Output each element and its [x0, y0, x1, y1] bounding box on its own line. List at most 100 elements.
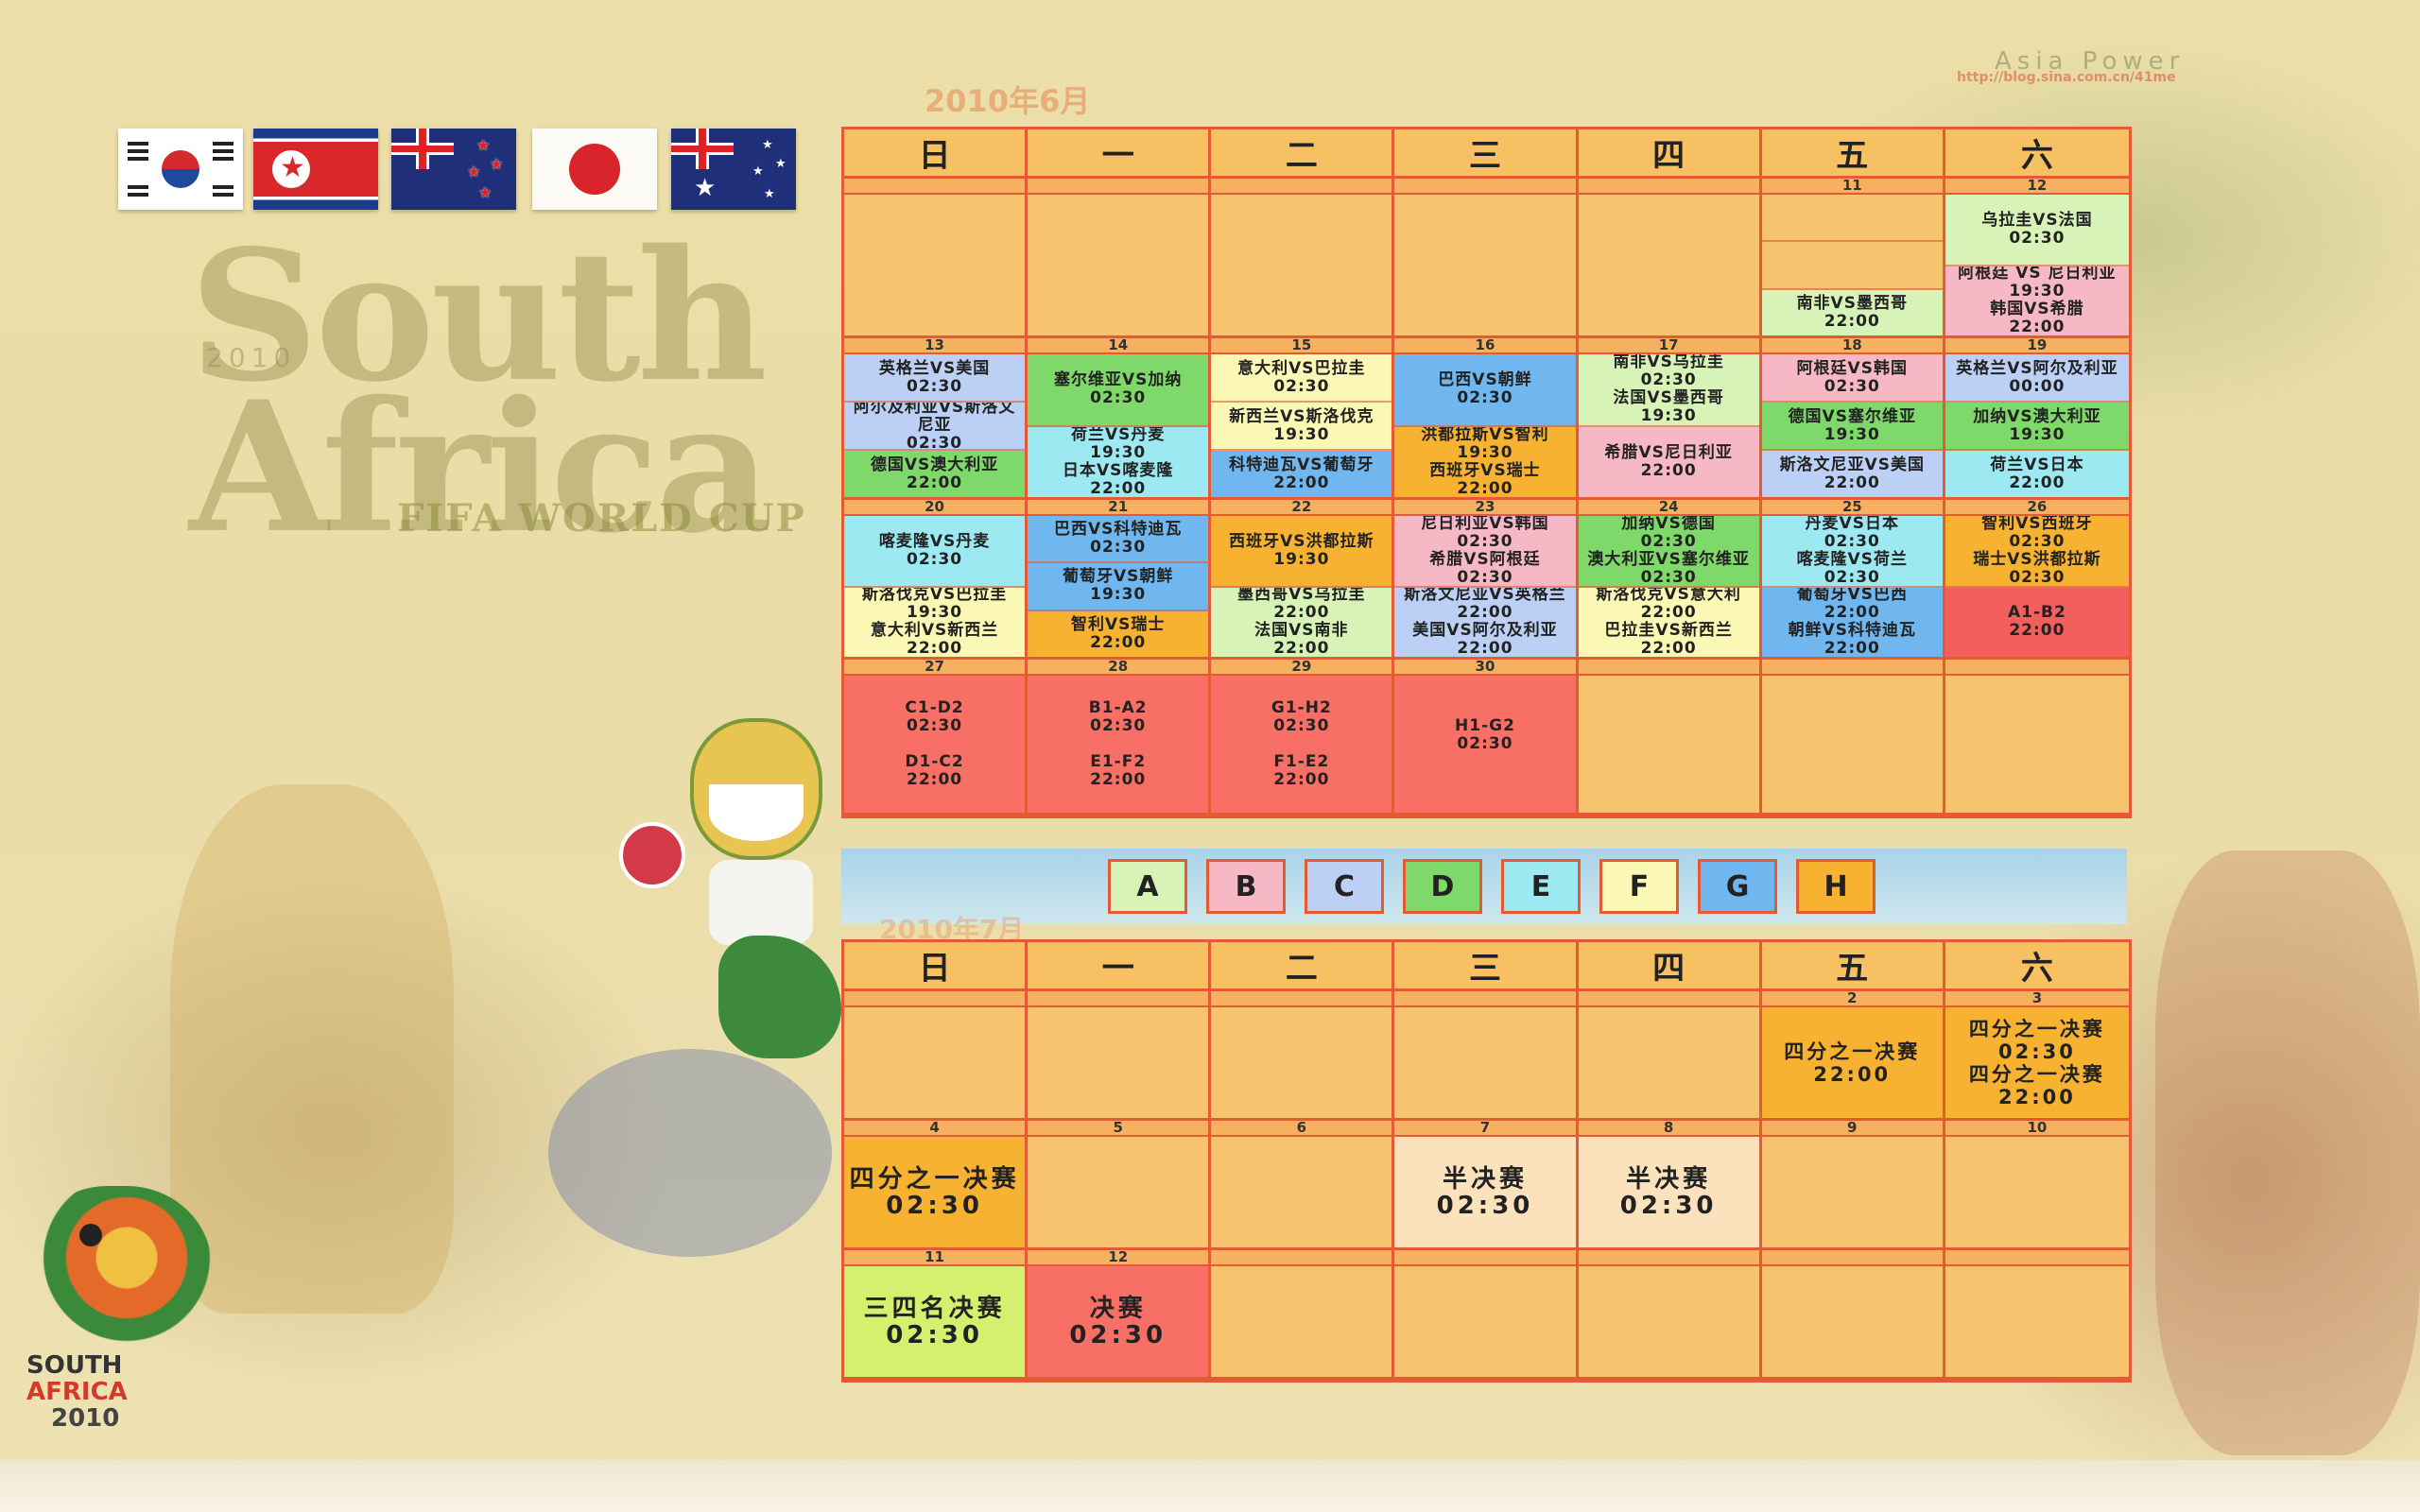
day-cell[interactable]	[1578, 195, 1762, 338]
day-cell[interactable]: 英格兰VS阿尔及利亚 00:00 加纳VS澳大利亚 19:30 荷兰VS日本 22:…	[1945, 354, 2129, 500]
day-cell[interactable]: 巴西VS朝鲜 02:30 洪都拉斯VS智利 19:30 西班牙VS瑞士 22:00	[1394, 354, 1579, 500]
day-cell[interactable]: 丹麦VS日本 02:30 喀麦隆VS荷兰 02:30 葡萄牙VS巴西 22:00 …	[1761, 516, 1945, 660]
day-cell[interactable]	[1761, 1137, 1945, 1250]
match-entry[interactable]: 斯洛文尼亚VS英格兰 22:00 美国VS阿尔及利亚 22:00	[1394, 587, 1576, 657]
match-entry[interactable]: B1-A2 02:30 E1-F2 22:00	[1028, 676, 1209, 813]
match-entry[interactable]: A1-B2 22:00	[1945, 587, 2129, 657]
day-cell[interactable]	[1945, 676, 2129, 816]
match-entry[interactable]: 德国VS塞尔维亚 19:30	[1761, 403, 1943, 451]
match-entry[interactable]: 墨西哥VS乌拉圭 22:00 法国VS南非 22:00	[1211, 587, 1392, 657]
day-cell[interactable]	[1945, 1137, 2129, 1250]
match-entry[interactable]: 巴西VS科特迪瓦 02:30	[1028, 516, 1209, 564]
match-entry[interactable]: H1-G2 02:30	[1394, 676, 1576, 813]
match-entry[interactable]: 塞尔维亚VS加纳 02:30	[1028, 354, 1209, 427]
day-cell[interactable]: 加纳VS德国 02:30 澳大利亚VS塞尔维亚 02:30 斯洛伐克VS意大利 2…	[1578, 516, 1762, 660]
day-cell[interactable]: 阿根廷VS韩国 02:30 德国VS塞尔维亚 19:30 斯洛文尼亚VS美国 22:…	[1761, 354, 1945, 500]
match-entry[interactable]	[1761, 195, 1943, 243]
day-cell[interactable]	[1028, 195, 1212, 338]
match-entry[interactable]: 英格兰VS阿尔及利亚 00:00	[1945, 354, 2129, 403]
match-entry[interactable]: 南非VS墨西哥 22:00	[1761, 289, 1943, 335]
match-entry[interactable]: 阿根廷 VS 尼日利亚 19:30 韩国VS希腊 22:00	[1945, 266, 2129, 335]
day-cell[interactable]	[1761, 676, 1945, 816]
day-cell[interactable]: B1-A2 02:30 E1-F2 22:00	[1028, 676, 1212, 816]
day-cell[interactable]: H1-G2 02:30	[1394, 676, 1579, 816]
match-entry[interactable]: 决赛 02:30	[1028, 1266, 1209, 1377]
match-entry[interactable]: 南非VS乌拉圭 02:30 法国VS墨西哥 19:30	[1578, 354, 1759, 427]
match-entry[interactable]: 科特迪瓦VS葡萄牙 22:00	[1211, 451, 1392, 497]
day-cell[interactable]: 南非VS墨西哥 22:00	[1761, 195, 1945, 338]
day-cell[interactable]	[844, 195, 1028, 338]
day-cell[interactable]: 英格兰VS美国 02:30 阿尔及利亚VS斯洛文尼亚 02:30 德国VS澳大利亚 …	[844, 354, 1028, 500]
day-cell[interactable]: 四分之一决赛 02:30 四分之一决赛 22:00	[1945, 1007, 2129, 1121]
day-cell[interactable]	[1028, 1137, 1212, 1250]
day-cell[interactable]	[1211, 1007, 1395, 1121]
match-entry[interactable]: 斯洛文尼亚VS美国 22:00	[1761, 451, 1943, 497]
match-entry[interactable]: 半决赛 02:30	[1578, 1137, 1759, 1247]
match-entry[interactable]: 四分之一决赛 02:30	[844, 1137, 1026, 1247]
day-cell[interactable]	[1394, 1266, 1579, 1380]
day-cell[interactable]: 意大利VS巴拉圭 02:30 新西兰VS斯洛伐克 19:30 科特迪瓦VS葡萄牙 2…	[1211, 354, 1395, 500]
group-f-button[interactable]: F	[1599, 859, 1679, 914]
match-entry[interactable]: 四分之一决赛 22:00	[1761, 1007, 1943, 1118]
day-cell[interactable]: 尼日利亚VS韩国 02:30 希腊VS阿根廷 02:30 斯洛文尼亚VS英格兰 2…	[1394, 516, 1579, 660]
match-entry[interactable]: 意大利VS巴拉圭 02:30	[1211, 354, 1392, 403]
match-entry[interactable]: 乌拉圭VS法国 02:30	[1945, 195, 2129, 266]
match-entry[interactable]: C1-D2 02:30 D1-C2 22:00	[844, 676, 1026, 813]
match-entry[interactable]	[1761, 242, 1943, 290]
match-entry[interactable]: 洪都拉斯VS智利 19:30 西班牙VS瑞士 22:00	[1394, 426, 1576, 497]
match-entry[interactable]: 阿根廷VS韩国 02:30	[1761, 354, 1943, 403]
day-cell[interactable]: 南非VS乌拉圭 02:30 法国VS墨西哥 19:30 希腊VS尼日利亚 22:0…	[1578, 354, 1762, 500]
match-entry[interactable]: 尼日利亚VS韩国 02:30 希腊VS阿根廷 02:30	[1394, 516, 1576, 588]
day-cell[interactable]	[1578, 1007, 1762, 1121]
day-cell[interactable]	[1394, 1007, 1579, 1121]
group-h-button[interactable]: H	[1796, 859, 1876, 914]
match-entry[interactable]: G1-H2 02:30 F1-E2 22:00	[1211, 676, 1392, 813]
match-entry[interactable]: 葡萄牙VS巴西 22:00 朝鲜VS科特迪瓦 22:00	[1761, 587, 1943, 657]
match-entry[interactable]: 加纳VS德国 02:30 澳大利亚VS塞尔维亚 02:30	[1578, 516, 1759, 588]
match-entry[interactable]: 智利VS瑞士 22:00	[1028, 610, 1209, 657]
group-b-button[interactable]: B	[1206, 859, 1286, 914]
match-entry[interactable]: 丹麦VS日本 02:30 喀麦隆VS荷兰 02:30	[1761, 516, 1943, 588]
match-entry[interactable]: 阿尔及利亚VS斯洛文尼亚 02:30	[844, 403, 1026, 451]
day-cell[interactable]: 决赛 02:30	[1028, 1266, 1212, 1380]
day-cell[interactable]: 智利VS西班牙 02:30 瑞士VS洪都拉斯 02:30 A1-B2 22:00	[1945, 516, 2129, 660]
match-entry[interactable]: 荷兰VS日本 22:00	[1945, 451, 2129, 497]
day-cell[interactable]	[1211, 195, 1395, 338]
match-entry[interactable]: 三四名决赛 02:30	[844, 1266, 1026, 1377]
day-cell[interactable]	[1945, 1266, 2129, 1380]
day-cell[interactable]: 半决赛 02:30	[1578, 1137, 1762, 1250]
match-entry[interactable]: 四分之一决赛 02:30 四分之一决赛 22:00	[1945, 1007, 2129, 1118]
group-d-button[interactable]: D	[1403, 859, 1482, 914]
day-cell[interactable]: 西班牙VS洪都拉斯 19:30 墨西哥VS乌拉圭 22:00 法国VS南非 22:…	[1211, 516, 1395, 660]
day-cell[interactable]	[1761, 1266, 1945, 1380]
day-cell[interactable]: 三四名决赛 02:30	[844, 1266, 1028, 1380]
match-entry[interactable]: 巴西VS朝鲜 02:30	[1394, 354, 1576, 427]
match-entry[interactable]: 智利VS西班牙 02:30 瑞士VS洪都拉斯 02:30	[1945, 516, 2129, 588]
day-cell[interactable]	[1578, 1266, 1762, 1380]
day-cell[interactable]	[844, 1007, 1028, 1121]
match-entry[interactable]: 葡萄牙VS朝鲜 19:30	[1028, 563, 1209, 611]
day-cell[interactable]	[1211, 1266, 1395, 1380]
day-cell[interactable]: G1-H2 02:30 F1-E2 22:00	[1211, 676, 1395, 816]
match-entry[interactable]: 斯洛伐克VS意大利 22:00 巴拉圭VS新西兰 22:00	[1578, 587, 1759, 657]
match-entry[interactable]: 荷兰VS丹麦 19:30 日本VS喀麦隆 22:00	[1028, 426, 1209, 497]
group-e-button[interactable]: E	[1501, 859, 1581, 914]
day-cell[interactable]	[1578, 676, 1762, 816]
match-entry[interactable]: 英格兰VS美国 02:30	[844, 354, 1026, 403]
group-c-button[interactable]: C	[1305, 859, 1384, 914]
match-entry[interactable]: 加纳VS澳大利亚 19:30	[1945, 403, 2129, 451]
match-entry[interactable]: 西班牙VS洪都拉斯 19:30	[1211, 516, 1392, 588]
match-entry[interactable]: 德国VS澳大利亚 22:00	[844, 451, 1026, 497]
match-entry[interactable]: 斯洛伐克VS巴拉圭 19:30 意大利VS新西兰 22:00	[844, 587, 1026, 657]
day-cell[interactable]	[1211, 1137, 1395, 1250]
day-cell[interactable]: 巴西VS科特迪瓦 02:30 葡萄牙VS朝鲜 19:30 智利VS瑞士 22:00	[1028, 516, 1212, 660]
day-cell[interactable]	[1028, 1007, 1212, 1121]
day-cell[interactable]: 半决赛 02:30	[1394, 1137, 1579, 1250]
group-a-button[interactable]: A	[1108, 859, 1187, 914]
match-entry[interactable]: 新西兰VS斯洛伐克 19:30	[1211, 403, 1392, 451]
day-cell[interactable]: 乌拉圭VS法国 02:30 阿根廷 VS 尼日利亚 19:30 韩国VS希腊 22…	[1945, 195, 2129, 338]
day-cell[interactable]: 四分之一决赛 02:30	[844, 1137, 1028, 1250]
match-entry[interactable]: 半决赛 02:30	[1394, 1137, 1576, 1247]
group-g-button[interactable]: G	[1698, 859, 1777, 914]
day-cell[interactable]: C1-D2 02:30 D1-C2 22:00	[844, 676, 1028, 816]
